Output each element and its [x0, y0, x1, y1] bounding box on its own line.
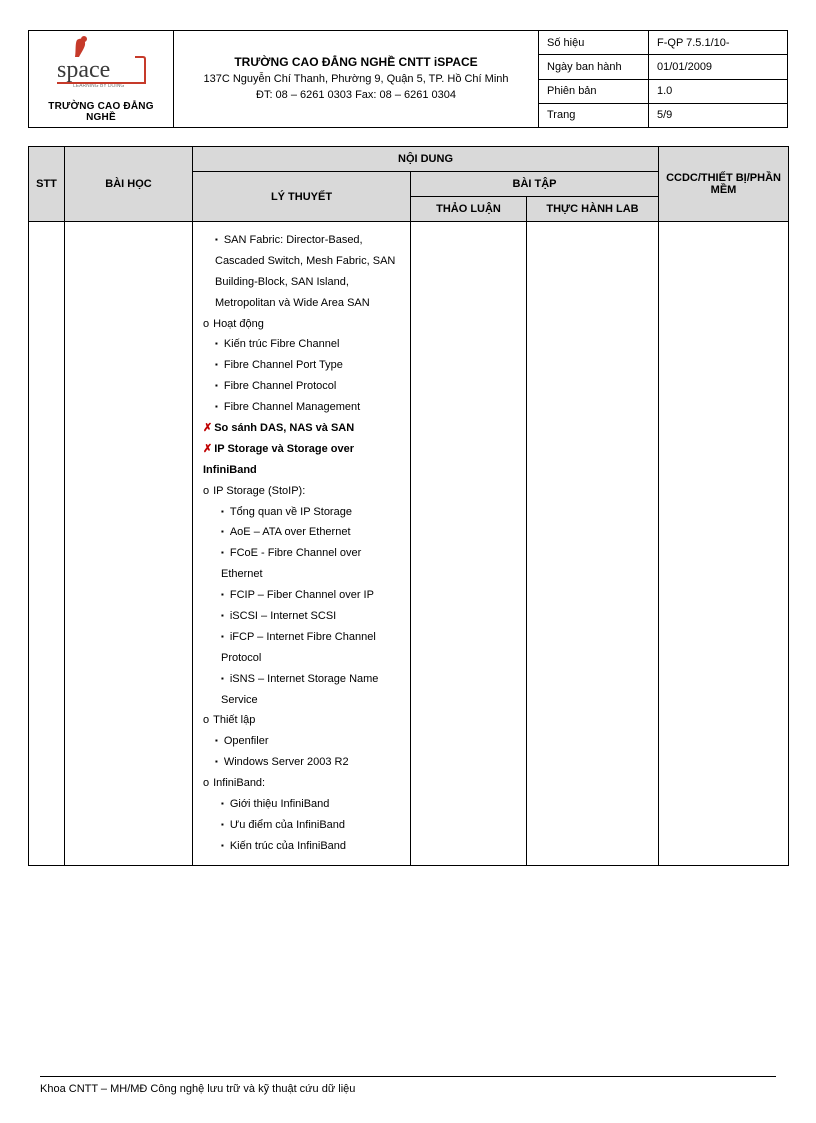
x-bullet-icon: ✗	[203, 422, 212, 434]
info-trang-label: Trang	[539, 103, 649, 127]
content-line: Fibre Channel Management	[203, 397, 404, 418]
content-line: Fibre Channel Port Type	[203, 355, 404, 376]
content-line: FCIP – Fiber Channel over IP	[203, 585, 404, 606]
footer-text: Khoa CNTT – MH/MĐ Công nghệ lưu trữ và k…	[40, 1083, 355, 1095]
main-table: STT BÀI HỌC NỘI DUNG CCDC/THIẾT BỊ/PHẦN …	[28, 146, 789, 866]
svg-text:space: space	[57, 57, 110, 83]
content-line: Giới thiệu InfiniBand	[203, 794, 404, 815]
info-sohieu-value: F-QP 7.5.1/10-	[649, 31, 788, 55]
content-line: Openfiler	[203, 731, 404, 752]
cell-lab	[527, 222, 659, 866]
col-baihoc: BÀI HỌC	[65, 147, 193, 222]
logo-cell: space LEARNING BY DOING TRƯỜNG CAO ĐẲNG …	[29, 31, 174, 128]
col-ccdc: CCDC/THIẾT BỊ/PHẦN MỀM	[659, 147, 789, 222]
school-address: 137C Nguyễn Chí Thanh, Phường 9, Quận 5,…	[182, 72, 530, 88]
col-noidung: NỘI DUNG	[193, 147, 659, 172]
content-line: Kiến trúc của InfiniBand	[203, 836, 404, 857]
col-lab: THỰC HÀNH LAB	[527, 197, 659, 222]
school-contact: ĐT: 08 – 6261 0303 Fax: 08 – 6261 0304	[182, 88, 530, 104]
info-ngay-label: Ngày ban hành	[539, 55, 649, 79]
content-line: Fibre Channel Protocol	[203, 376, 404, 397]
cell-lythuyet-content: SAN Fabric: Director-Based, Cascaded Swi…	[193, 222, 411, 866]
header-table: space LEARNING BY DOING TRƯỜNG CAO ĐẲNG …	[28, 30, 788, 128]
content-line: iFCP – Internet Fibre Channel Protocol	[203, 627, 404, 669]
cell-ccdc	[659, 222, 789, 866]
content-line: iSNS – Internet Storage Name Service	[203, 669, 404, 711]
content-line: IP Storage (StoIP):	[203, 481, 404, 502]
info-trang-value: 5/9	[649, 103, 788, 127]
ispace-logo-icon: space LEARNING BY DOING	[51, 35, 151, 99]
content-line: AoE – ATA over Ethernet	[203, 522, 404, 543]
info-phienban-label: Phiên bản	[539, 79, 649, 103]
content-line: FCoE - Fibre Channel over Ethernet	[203, 543, 404, 585]
header-title-cell: TRƯỜNG CAO ĐẲNG NGHỀ CNTT iSPACE 137C Ng…	[174, 31, 539, 128]
col-stt: STT	[29, 147, 65, 222]
x-bullet-icon: ✗	[203, 443, 212, 455]
content-line: Ưu điểm của InfiniBand	[203, 815, 404, 836]
cell-thaoluan	[411, 222, 527, 866]
info-sohieu-label: Số hiệu	[539, 31, 649, 55]
cell-stt	[29, 222, 65, 866]
content-line: Thiết lập	[203, 710, 404, 731]
logo-subtitle: TRƯỜNG CAO ĐẲNG NGHỀ	[37, 101, 165, 123]
content-line: Kiến trúc Fibre Channel	[203, 334, 404, 355]
content-line: InfiniBand:	[203, 773, 404, 794]
cell-baihoc	[65, 222, 193, 866]
content-line: Windows Server 2003 R2	[203, 752, 404, 773]
footer-divider	[40, 1076, 776, 1077]
content-heading: ✗IP Storage và Storage over InfiniBand	[203, 439, 404, 481]
school-title: TRƯỜNG CAO ĐẲNG NGHỀ CNTT iSPACE	[182, 54, 530, 71]
content-line: SAN Fabric: Director-Based, Cascaded Swi…	[203, 230, 404, 314]
content-line: Tổng quan về IP Storage	[203, 502, 404, 523]
info-phienban-value: 1.0	[649, 79, 788, 103]
content-line: Hoạt động	[203, 314, 404, 335]
content-line: iSCSI – Internet SCSI	[203, 606, 404, 627]
col-lythuyet: LÝ THUYẾT	[193, 172, 411, 222]
col-thaoluan: THẢO LUẬN	[411, 197, 527, 222]
col-baitap: BÀI TẬP	[411, 172, 659, 197]
content-heading: ✗So sánh DAS, NAS và SAN	[203, 418, 404, 439]
info-ngay-value: 01/01/2009	[649, 55, 788, 79]
